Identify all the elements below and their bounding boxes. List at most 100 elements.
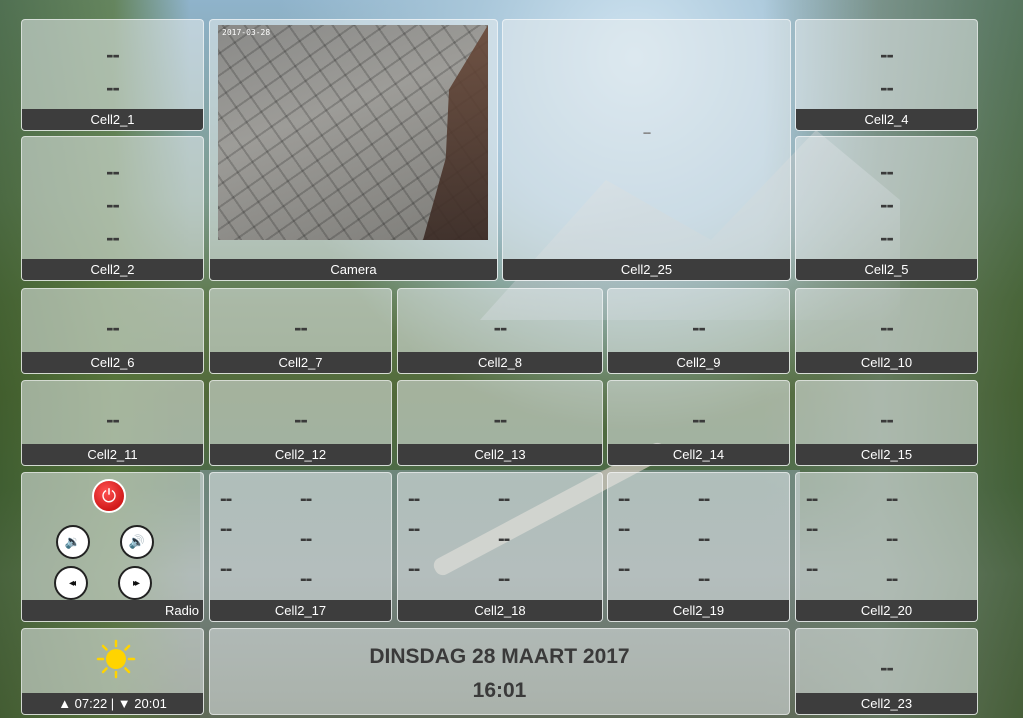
tile-label: Cell2_19 [608, 600, 789, 621]
tile-label: Radio [22, 600, 203, 621]
tile-label: Cell2_4 [796, 109, 977, 130]
tile-cell2-17[interactable]: -- -- -- -- -- -- Cell2_17 [209, 472, 392, 622]
value-1: -- [692, 315, 706, 340]
value-6: -- [698, 568, 710, 590]
tile-cell2-15[interactable]: -- Cell2_15 [795, 380, 978, 466]
tile-label: Cell2_18 [398, 600, 602, 621]
value-2: -- [106, 75, 120, 100]
radio-label: Radio [165, 603, 199, 618]
value-1: -- [493, 315, 508, 340]
tile-cell2-23[interactable]: -- Cell2_23 [795, 628, 978, 715]
value-5: -- [618, 558, 630, 580]
tile-label: Cell2_1 [22, 109, 203, 130]
tile-clock: DINSDAG 28 MAART 2017 16:01 [209, 628, 790, 715]
power-button[interactable]: ⏻ [92, 479, 126, 513]
value-2: -- [698, 488, 710, 510]
value-4: -- [498, 528, 510, 550]
tile-label: Cell2_13 [398, 444, 602, 465]
value-3: -- [106, 225, 120, 250]
tile-cell2-11[interactable]: -- Cell2_11 [21, 380, 204, 466]
tile-cell2-8[interactable]: -- Cell2_8 [397, 288, 603, 374]
tile-cell2-12[interactable]: -- Cell2_12 [209, 380, 392, 466]
fast-forward-icon: ▸▸ [132, 577, 140, 589]
value-1: -- [294, 315, 308, 340]
value-4: -- [300, 528, 312, 550]
value-6: -- [886, 568, 898, 590]
value-1: -- [880, 159, 894, 184]
tile-label: Cell2_25 [503, 259, 790, 280]
value-1: -- [642, 124, 651, 140]
value-1: -- [408, 488, 420, 510]
value-1: -- [294, 407, 308, 432]
tile-label: Camera [210, 259, 497, 280]
value-5: -- [408, 558, 420, 580]
value-2: -- [880, 192, 894, 217]
value-1: -- [106, 407, 120, 432]
tile-cell2-4[interactable]: -- -- Cell2_4 [795, 19, 978, 131]
date-text: DINSDAG 28 MAART 2017 [369, 645, 630, 668]
tile-radio[interactable]: ⏻ 🔉 🔊 ◂◂ ▸▸ Radio [21, 472, 204, 622]
tile-cell2-13[interactable]: -- Cell2_13 [397, 380, 603, 466]
volume-down-button[interactable]: 🔉 [56, 525, 90, 559]
value-1: -- [692, 407, 706, 432]
tile-cell2-5[interactable]: -- -- -- Cell2_5 [795, 136, 978, 281]
value-5: -- [806, 558, 818, 580]
previous-button[interactable]: ◂◂ [54, 566, 88, 600]
tile-label: Cell2_14 [608, 444, 789, 465]
tile-cell2-1[interactable]: -- -- Cell2_1 [21, 19, 204, 131]
value-1: -- [220, 488, 232, 510]
value-1: -- [106, 315, 120, 340]
power-icon: ⏻ [101, 485, 117, 506]
sunrise-sunset-label: ▲ 07:22 | ▼ 20:01 [22, 693, 203, 714]
value-3: -- [880, 225, 894, 250]
value-1: -- [880, 655, 894, 680]
value-1: -- [106, 159, 120, 184]
rewind-icon: ◂◂ [68, 577, 76, 589]
value-3: -- [408, 518, 420, 540]
tile-cell2-7[interactable]: -- Cell2_7 [209, 288, 392, 374]
tile-label: Cell2_9 [608, 352, 789, 373]
value-2: -- [886, 488, 898, 510]
value-1: -- [880, 42, 894, 67]
tile-label: Cell2_2 [22, 259, 203, 280]
volume-up-icon: 🔊 [128, 534, 146, 549]
tile-cell2-2[interactable]: -- -- -- Cell2_2 [21, 136, 204, 281]
tile-label: Cell2_12 [210, 444, 391, 465]
value-1: -- [493, 407, 508, 432]
value-3: -- [806, 518, 818, 540]
value-6: -- [498, 568, 510, 590]
value-1: -- [106, 42, 120, 67]
tile-weather[interactable]: ▲ 07:22 | ▼ 20:01 [21, 628, 204, 715]
tile-label: Cell2_10 [796, 352, 977, 373]
value-2: -- [300, 488, 312, 510]
value-1: -- [806, 488, 818, 510]
tile-cell2-25[interactable]: -- Cell2_25 [502, 19, 791, 281]
tile-cell2-18[interactable]: -- -- -- -- -- -- Cell2_18 [397, 472, 603, 622]
tile-label: Cell2_8 [398, 352, 602, 373]
camera-timestamp: 2017-03-28 [222, 28, 271, 37]
value-5: -- [220, 558, 232, 580]
volume-down-icon: 🔉 [64, 534, 82, 549]
next-button[interactable]: ▸▸ [118, 566, 152, 600]
tile-camera[interactable]: 2017-03-28 Camera [209, 19, 498, 281]
value-4: -- [698, 528, 710, 550]
tile-label: Cell2_15 [796, 444, 977, 465]
tile-label: Cell2_20 [796, 600, 977, 621]
tile-label: Cell2_7 [210, 352, 391, 373]
sun-icon [96, 639, 136, 679]
camera-feed-image[interactable]: 2017-03-28 [218, 25, 488, 240]
value-3: -- [220, 518, 232, 540]
value-2: -- [106, 192, 120, 217]
tile-cell2-19[interactable]: -- -- -- -- -- -- Cell2_19 [607, 472, 790, 622]
tile-cell2-14[interactable]: -- Cell2_14 [607, 380, 790, 466]
tile-label: Cell2_11 [22, 444, 203, 465]
tile-cell2-20[interactable]: -- -- -- -- -- -- Cell2_20 [795, 472, 978, 622]
tile-cell2-10[interactable]: -- Cell2_10 [795, 288, 978, 374]
value-2: -- [880, 75, 894, 100]
tile-label: Cell2_17 [210, 600, 391, 621]
value-2: -- [498, 488, 510, 510]
tile-cell2-6[interactable]: -- Cell2_6 [21, 288, 204, 374]
tile-label: Cell2_6 [22, 352, 203, 373]
volume-up-button[interactable]: 🔊 [120, 525, 154, 559]
tile-cell2-9[interactable]: -- Cell2_9 [607, 288, 790, 374]
